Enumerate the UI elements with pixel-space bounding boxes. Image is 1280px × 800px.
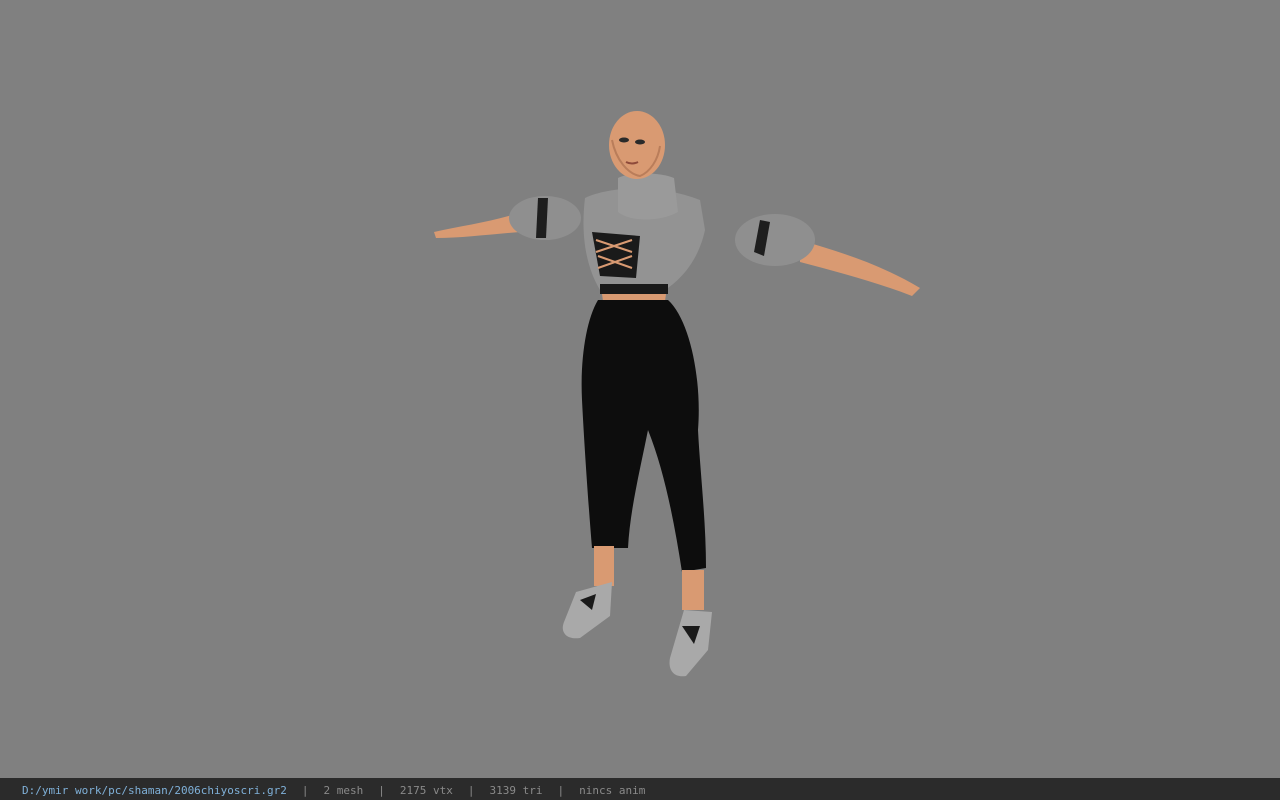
file-path: D:/ymir work/pc/shaman/2006chiyoscri.gr2: [22, 784, 287, 797]
head: [609, 111, 665, 179]
status-bar: D:/ymir work/pc/shaman/2006chiyoscri.gr2…: [0, 778, 1280, 800]
3d-viewport[interactable]: [0, 0, 1280, 778]
neck-collar: [618, 173, 678, 220]
right-ankle: [682, 570, 704, 610]
left-eye: [619, 137, 629, 143]
vertex-count: 2175 vtx: [399, 784, 453, 797]
animation-status: nincs anim: [579, 784, 646, 797]
mesh-count: 2 mesh: [323, 784, 364, 797]
left-ankle: [594, 546, 614, 586]
left-shoe: [562, 582, 612, 639]
left-arm: [434, 214, 520, 238]
pants: [581, 300, 706, 572]
separator: |: [378, 784, 385, 797]
separator: |: [301, 784, 309, 797]
waistband: [600, 284, 668, 294]
right-puff-sleeve: [735, 214, 815, 266]
right-shoe: [669, 610, 712, 677]
separator: |: [467, 784, 475, 797]
left-sleeve-band: [536, 198, 548, 238]
triangle-count: 3139 tri: [489, 784, 543, 797]
lace-front: [592, 232, 640, 278]
right-eye: [635, 139, 645, 145]
character-model: [434, 111, 920, 677]
separator: |: [557, 784, 565, 797]
right-arm: [800, 240, 920, 296]
